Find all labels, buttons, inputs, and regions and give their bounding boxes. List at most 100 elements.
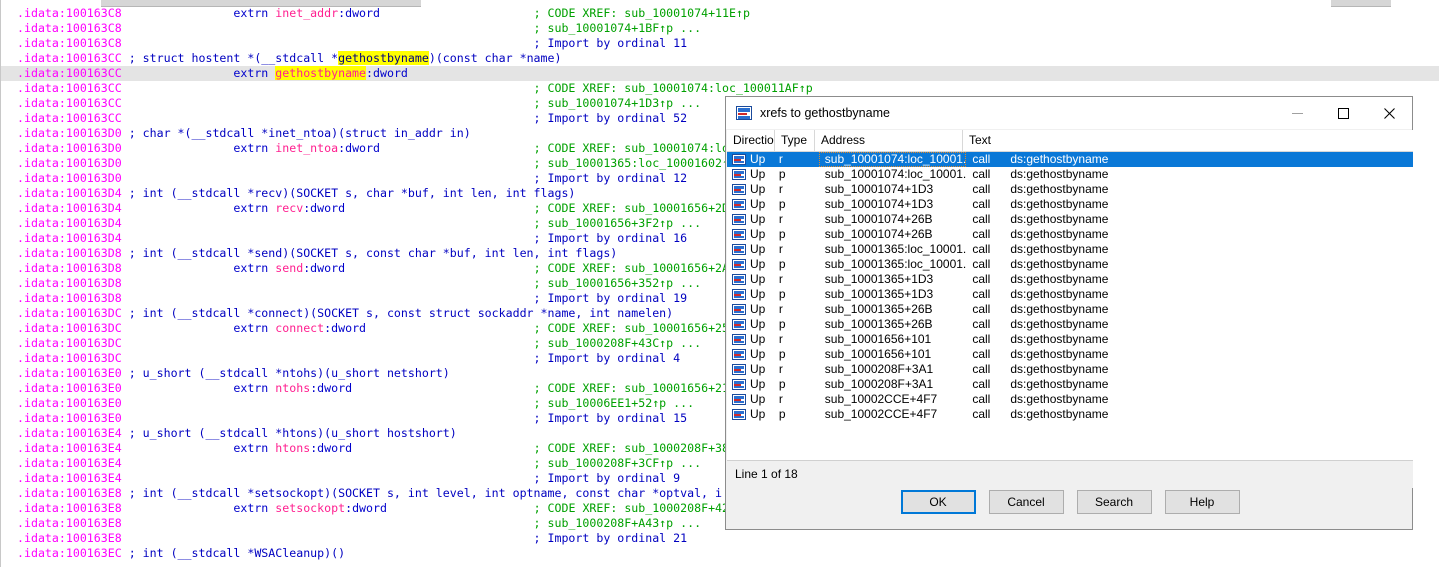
screen-root: .idata:100163C8 extrn inet_addr:dword ; … [0,0,1439,567]
cell-text: call ds:gethostbyname [972,182,1109,196]
table-row[interactable]: Up r sub_10001074+26B call ds:gethostbyname [727,212,1413,227]
cell-address: sub_10001074:loc_10001... [818,152,967,167]
table-row[interactable]: Up p sub_10001074+1D3 call ds:gethostbyname [727,197,1413,212]
dialog-title: xrefs to gethostbyname [760,106,890,120]
xref-icon [732,169,746,180]
cell-text: call ds:gethostbyname [972,317,1109,331]
xref-icon [732,199,746,210]
help-button[interactable]: Help [1164,490,1240,514]
cell-text: call ds:gethostbyname [972,362,1109,376]
cell-text: call ds:gethostbyname [972,152,1109,166]
table-row[interactable]: Up p sub_10001365:loc_10001... call ds:getho… [727,257,1413,272]
dialog-button-row: OK Cancel Search Help [727,490,1413,530]
cell-type: p [778,227,786,241]
xrefs-dialog[interactable]: xrefs to gethostbyname Directio Type Add… [725,96,1413,530]
disassembly-line[interactable]: .idata:100163CC extrn gethostbyname:dwor… [1,66,1439,81]
disassembly-line[interactable]: .idata:100163C8 ; sub_10001074+1BF↑p ... [1,21,1439,36]
cell-text: call ds:gethostbyname [972,302,1109,316]
cell-direction: Up [750,182,766,196]
xref-icon [732,154,746,165]
xrefs-table[interactable]: Directio Type Address Text Up r sub_100010… [727,130,1413,461]
disassembly-line[interactable]: .idata:100163CC ; struct hostent *(__std… [1,51,1439,66]
xref-icon [732,334,746,345]
cell-address: sub_1000208F+3A1 [824,362,934,376]
cell-direction: Up [750,197,766,211]
cell-type: r [778,152,783,166]
table-body[interactable]: Up r sub_10001074:loc_10001... call ds:getho… [727,152,1413,422]
cell-direction: Up [750,407,766,421]
cell-text: call ds:gethostbyname [972,332,1109,346]
column-header-text[interactable]: Text [963,130,1411,151]
close-button[interactable] [1366,98,1412,129]
cell-type: p [778,167,786,181]
cell-direction: Up [750,227,766,241]
table-row[interactable]: Up p sub_10001656+101 call ds:gethostbyname [727,347,1413,362]
cell-text: call ds:gethostbyname [972,167,1109,181]
cell-text: call ds:gethostbyname [972,212,1109,226]
disassembly-line[interactable]: .idata:100163C8 ; Import by ordinal 11 [1,36,1439,51]
search-button[interactable]: Search [1076,490,1152,514]
xref-icon [732,214,746,225]
table-row[interactable]: Up p sub_10001074:loc_10001... call ds:getho… [727,167,1413,182]
table-row[interactable]: Up p sub_10001074+26B call ds:gethostbyname [727,227,1413,242]
xref-icon [732,304,746,315]
table-row[interactable]: Up r sub_10001074+1D3 call ds:gethostbyname [727,182,1413,197]
table-row[interactable]: Up r sub_10001656+101 call ds:gethostbyname [727,332,1413,347]
cell-direction: Up [750,377,766,391]
cell-text: call ds:gethostbyname [972,227,1109,241]
table-row[interactable]: Up p sub_10002CCE+4F7 call ds:gethostbyname [727,407,1413,422]
xref-icon [732,409,746,420]
cancel-button[interactable]: Cancel [988,490,1064,514]
xref-icon [732,184,746,195]
cell-type: p [778,377,786,391]
cell-direction: Up [750,242,766,256]
dialog-titlebar[interactable]: xrefs to gethostbyname [726,97,1412,129]
cell-address: sub_10001365+1D3 [824,272,934,286]
table-row[interactable]: Up r sub_10001074:loc_10001... call ds:getho… [727,152,1413,167]
dialog-body: Directio Type Address Text Up r sub_100010… [727,130,1413,560]
cell-direction: Up [750,272,766,286]
ok-button[interactable]: OK [900,490,976,514]
column-header-direction[interactable]: Directio [727,130,775,151]
table-row[interactable]: Up r sub_10001365+26B call ds:gethostbyname [727,302,1413,317]
cell-type: r [778,242,783,256]
cell-text: call ds:gethostbyname [972,272,1109,286]
maximize-button[interactable] [1320,98,1366,129]
status-text: Line 1 of 18 [727,461,1413,488]
cell-type: r [778,272,783,286]
cell-direction: Up [750,302,766,316]
cell-type: r [778,212,783,226]
table-row[interactable]: Up r sub_10002CCE+4F7 call ds:gethostbyname [727,392,1413,407]
cell-direction: Up [750,167,766,181]
cell-text: call ds:gethostbyname [972,347,1109,361]
table-row[interactable]: Up p sub_10001365+1D3 call ds:gethostbyname [727,287,1413,302]
column-header-type[interactable]: Type [775,130,815,151]
cell-direction: Up [750,392,766,406]
cell-direction: Up [750,152,766,166]
cell-text: call ds:gethostbyname [972,392,1109,406]
cell-text: call ds:gethostbyname [972,242,1109,256]
cell-type: r [778,182,783,196]
xref-icon [732,229,746,240]
cell-direction: Up [750,257,766,271]
table-row[interactable]: Up r sub_10001365:loc_10001... call ds:getho… [727,242,1413,257]
cell-direction: Up [750,212,766,226]
disassembly-line[interactable]: .idata:100163C8 extrn inet_addr:dword ; … [1,6,1439,21]
table-row[interactable]: Up r sub_1000208F+3A1 call ds:gethostbyname [727,362,1413,377]
cell-text: call ds:gethostbyname [972,407,1109,421]
cell-address: sub_10001074:loc_10001... [824,167,967,181]
table-row[interactable]: Up r sub_10001365+1D3 call ds:gethostbyname [727,272,1413,287]
table-header-row: Directio Type Address Text [727,130,1413,152]
cell-type: r [778,302,783,316]
xref-icon [732,394,746,405]
cell-address: sub_10002CCE+4F7 [824,407,938,421]
column-header-address[interactable]: Address [815,130,963,151]
table-row[interactable]: Up p sub_1000208F+3A1 call ds:gethostbyname [727,377,1413,392]
xref-icon [732,244,746,255]
table-row[interactable]: Up p sub_10001365+26B call ds:gethostbyname [727,317,1413,332]
minimize-button[interactable] [1274,98,1320,129]
xrefs-icon [736,106,752,120]
cell-direction: Up [750,347,766,361]
disassembly-line[interactable]: .idata:100163CC ; CODE XREF: sub_1000107… [1,81,1439,96]
cell-type: r [778,362,783,376]
